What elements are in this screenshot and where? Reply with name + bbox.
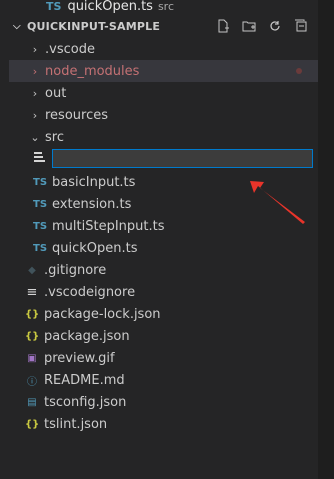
- arrow-shape: [250, 181, 305, 224]
- annotation-arrow: [250, 181, 305, 224]
